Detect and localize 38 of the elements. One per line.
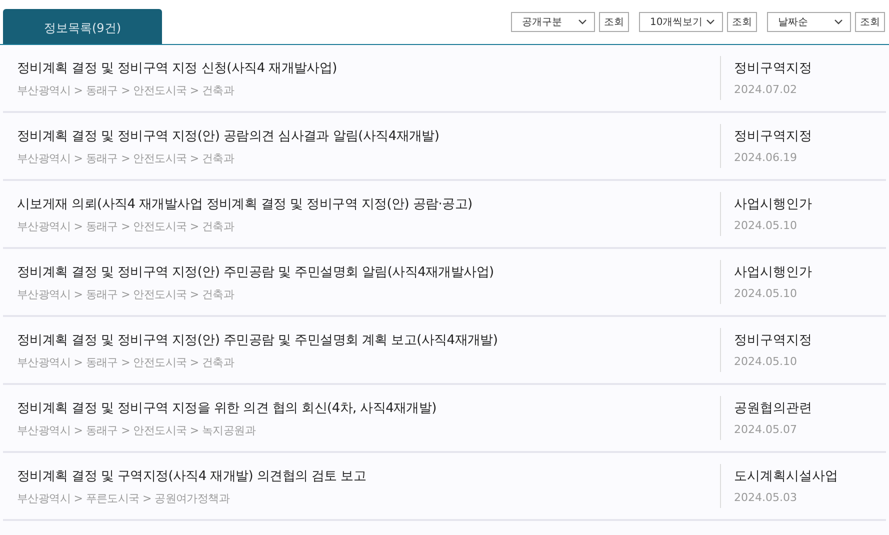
item-date: 2024.05.10 [734, 287, 798, 300]
department-path: 부산광역시 > 동래구 > 안전도시국 > 녹지공원과 [17, 422, 257, 438]
item-category: 사업시행인가 [734, 264, 813, 281]
department-path: 부산광역시 > 동래구 > 안전도시국 > 건축과 [17, 354, 236, 370]
item-title[interactable]: 정비계획 결정 및 정비구역 지정 신청(사직4 재개발사업) [17, 58, 720, 76]
filter-dropdown[interactable]: 10개씩보기 [639, 12, 723, 32]
list-tab[interactable]: 정보목록(9건) [3, 9, 162, 44]
item-date: 2024.06.19 [734, 151, 798, 164]
filter-dropdown[interactable]: 날짜순 [767, 12, 851, 32]
caret-icon [706, 19, 715, 25]
search-button[interactable]: 조회 [727, 12, 757, 32]
department-path: 부산광역시 > 동래구 > 안전도시국 > 건축과 [17, 286, 236, 302]
caret-icon [578, 19, 587, 25]
department-path: 부산광역시 > 동래구 > 안전도시국 > 건축과 [17, 218, 236, 234]
item-title[interactable]: 정비계획 결정 및 구역지정(사직4 재개발) 의견협의 검토 보고 [17, 466, 720, 484]
department-path: 부산광역시 > 푸른도시국 > 공원여가정책과 [17, 490, 231, 506]
item-title[interactable]: 정비계획 결정 및 정비구역 지정(안) 주민공람 및 주민설명회 알림(사직4재개발사업) [17, 262, 720, 280]
item-category: 사업시행인가 [734, 196, 813, 213]
item-title[interactable]: 시보게재 의뢰(사직4 재개발사업 정비계획 결정 및 정비구역 지정(안) 공람·공고) [17, 194, 720, 212]
item-category: 정비구역지정 [734, 128, 813, 145]
department-path: 부산광역시 > 동래구 > 안전도시국 > 건축과 [17, 150, 236, 166]
caret-icon [834, 19, 843, 25]
item-date: 2024.05.03 [734, 491, 798, 504]
item-category: 공원협의관련 [734, 400, 813, 417]
search-button[interactable]: 조회 [599, 12, 629, 32]
item-date: 2024.05.07 [734, 423, 798, 436]
item-title[interactable]: 정비계획 결정 및 정비구역 지정(안) 주민공람 및 주민설명회 계획 보고(사직4재개발) [17, 330, 720, 348]
item-category: 도시계획시설사업 [734, 468, 839, 485]
filter-dropdown[interactable]: 공개구분 [511, 12, 595, 32]
item-date: 2024.05.10 [734, 219, 798, 232]
item-category: 정비구역지정 [734, 60, 813, 77]
department-path: 부산광역시 > 동래구 > 안전도시국 > 건축과 [17, 82, 236, 98]
item-title[interactable]: 정비계획 결정 및 정비구역 지정(안) 공람의견 심사결과 알림(사직4재개발) [17, 126, 720, 144]
item-date: 2024.07.02 [734, 83, 798, 96]
search-button[interactable]: 조회 [855, 12, 885, 32]
item-date: 2024.05.10 [734, 355, 798, 368]
item-title[interactable]: 정비계획 결정 및 정비구역 지정을 위한 의견 협의 회신(4차, 사직4재개발) [17, 398, 720, 416]
item-category: 정비구역지정 [734, 332, 813, 349]
